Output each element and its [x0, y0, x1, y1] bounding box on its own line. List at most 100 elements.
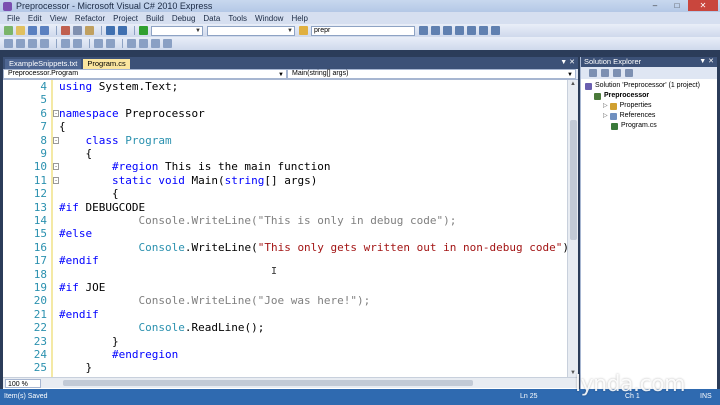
code-text: class Program	[85, 133, 172, 147]
member-list-icon[interactable]	[4, 39, 13, 48]
document-tab-strip: ExampleSnippets.txt Program.cs ▼ ✕	[3, 57, 578, 69]
code-text: {	[59, 147, 93, 160]
zoom-combo[interactable]: 100 %	[5, 379, 41, 388]
solution-config-combo[interactable]: ▼	[151, 25, 203, 36]
clear-bookmarks-icon[interactable]	[163, 39, 172, 48]
menu-view[interactable]: View	[46, 14, 71, 23]
find-icon[interactable]	[299, 26, 308, 35]
text-editor-toolbar	[0, 37, 720, 50]
scroll-up-icon[interactable]: ▲	[570, 81, 576, 87]
view-class-diagram-icon[interactable]	[625, 69, 633, 77]
tree-node[interactable]: ▷ Properties	[581, 101, 717, 111]
tree-node-label: References	[619, 112, 656, 119]
minimize-button[interactable]: –	[644, 0, 666, 11]
find-in-files-icon[interactable]	[419, 26, 428, 35]
line-number: 17	[33, 254, 47, 268]
increase-indent-icon[interactable]	[73, 39, 82, 48]
tree-node-label: Preprocessor	[604, 92, 650, 99]
maximize-button[interactable]: □	[666, 0, 688, 11]
menu-help[interactable]: Help	[287, 14, 311, 23]
vertical-scrollbar[interactable]: ▲ ▼	[567, 80, 578, 377]
expand-icon[interactable]: ▷	[603, 101, 608, 111]
extension-manager-icon[interactable]	[491, 26, 500, 35]
tree-node[interactable]: Solution 'Preprocessor' (1 project)	[581, 81, 717, 91]
decrease-indent-icon[interactable]	[61, 39, 70, 48]
vertical-scroll-thumb[interactable]	[570, 120, 577, 240]
horizontal-scroll-thumb[interactable]	[63, 380, 473, 386]
show-all-files-icon[interactable]	[601, 69, 609, 77]
document-tab[interactable]: Program.cs	[83, 59, 130, 69]
member-combo[interactable]: Main(string[] args) ▼	[287, 69, 576, 79]
start-page-icon[interactable]	[479, 26, 488, 35]
undo-icon[interactable]	[106, 26, 115, 35]
parameter-info-icon[interactable]	[16, 39, 25, 48]
new-project-icon[interactable]	[4, 26, 13, 35]
refresh-icon[interactable]	[613, 69, 621, 77]
complete-word-icon[interactable]	[40, 39, 49, 48]
solution-explorer-toolbar	[581, 67, 717, 79]
horizontal-scrollbar[interactable]: 100 %	[3, 377, 578, 388]
menu-project[interactable]: Project	[109, 14, 142, 23]
code-text: static void Main(string[] args)	[111, 173, 318, 187]
class-combo[interactable]: Preprocessor.Program ▼	[3, 69, 287, 79]
code-text: {	[59, 120, 66, 134]
solution-explorer-icon[interactable]	[431, 26, 440, 35]
bookmark-icon[interactable]	[127, 39, 136, 48]
open-file-icon[interactable]	[16, 26, 25, 35]
line-number: 19	[33, 281, 47, 294]
close-document-icon[interactable]: ▼ ✕	[560, 58, 575, 66]
code-line: 23 }	[3, 335, 567, 348]
code-text: #else	[59, 227, 93, 241]
code-text: {	[59, 187, 119, 201]
properties-button-icon[interactable]	[589, 69, 597, 77]
tree-node[interactable]: ▷ References	[581, 111, 717, 121]
code-line: 18	[3, 268, 567, 281]
line-number: 18	[33, 267, 47, 281]
document-tab[interactable]: ExampleSnippets.txt	[5, 59, 82, 69]
class-combo-value: Preprocessor.Program	[8, 70, 79, 77]
code-text: }	[59, 361, 93, 375]
quick-info-icon[interactable]	[28, 39, 37, 48]
next-bookmark-icon[interactable]	[151, 39, 160, 48]
menu-build[interactable]: Build	[142, 14, 168, 23]
properties-window-icon[interactable]	[443, 26, 452, 35]
code-line: 16 Console.WriteLine("This only gets wri…	[3, 241, 567, 254]
pin-icon[interactable]: ▼ ✕	[699, 57, 714, 67]
find-combo[interactable]: prepr	[311, 25, 415, 36]
tree-node-label: Solution 'Preprocessor' (1 project)	[595, 82, 700, 89]
tree-node[interactable]: Program.cs	[581, 121, 717, 131]
close-button[interactable]: ✕	[688, 0, 718, 11]
code-text: Console.WriteLine("This only gets writte…	[138, 240, 567, 254]
code-text: #endregion	[111, 348, 179, 361]
tree-node[interactable]: Preprocessor	[581, 91, 717, 101]
code-text: #if JOE	[59, 281, 106, 294]
menu-window[interactable]: Window	[251, 14, 287, 23]
menu-tools[interactable]: Tools	[224, 14, 251, 23]
code-text-area[interactable]: 4 using System.Text; 5 6- namespace Preproce…	[3, 80, 567, 377]
menu-file[interactable]: File	[3, 14, 24, 23]
menu-data[interactable]: Data	[199, 14, 224, 23]
save-icon[interactable]	[28, 26, 37, 35]
start-debugging-icon[interactable]	[139, 26, 148, 35]
copy-icon[interactable]	[73, 26, 82, 35]
redo-icon[interactable]	[118, 26, 127, 35]
code-line: 14 Console.WriteLine("This is only in de…	[3, 214, 567, 227]
code-line: 25 }	[3, 361, 567, 374]
platform-combo[interactable]: ▼	[207, 25, 295, 36]
paste-icon[interactable]	[85, 26, 94, 35]
expand-icon[interactable]: ▷	[603, 111, 608, 121]
code-text: #region This is the main function	[111, 160, 331, 174]
menu-bar: File Edit View Refactor Project Build Debug Dat…	[0, 12, 720, 24]
object-browser-icon[interactable]	[455, 26, 464, 35]
menu-debug[interactable]: Debug	[168, 14, 200, 23]
uncomment-icon[interactable]	[106, 39, 115, 48]
save-all-icon[interactable]	[40, 26, 49, 35]
cut-icon[interactable]	[61, 26, 70, 35]
menu-refactor[interactable]: Refactor	[71, 14, 109, 23]
comment-icon[interactable]	[94, 39, 103, 48]
menu-edit[interactable]: Edit	[24, 14, 46, 23]
toolbox-icon[interactable]	[467, 26, 476, 35]
properties-icon	[609, 102, 617, 110]
code-line: 4 using System.Text;	[3, 80, 567, 93]
previous-bookmark-icon[interactable]	[139, 39, 148, 48]
